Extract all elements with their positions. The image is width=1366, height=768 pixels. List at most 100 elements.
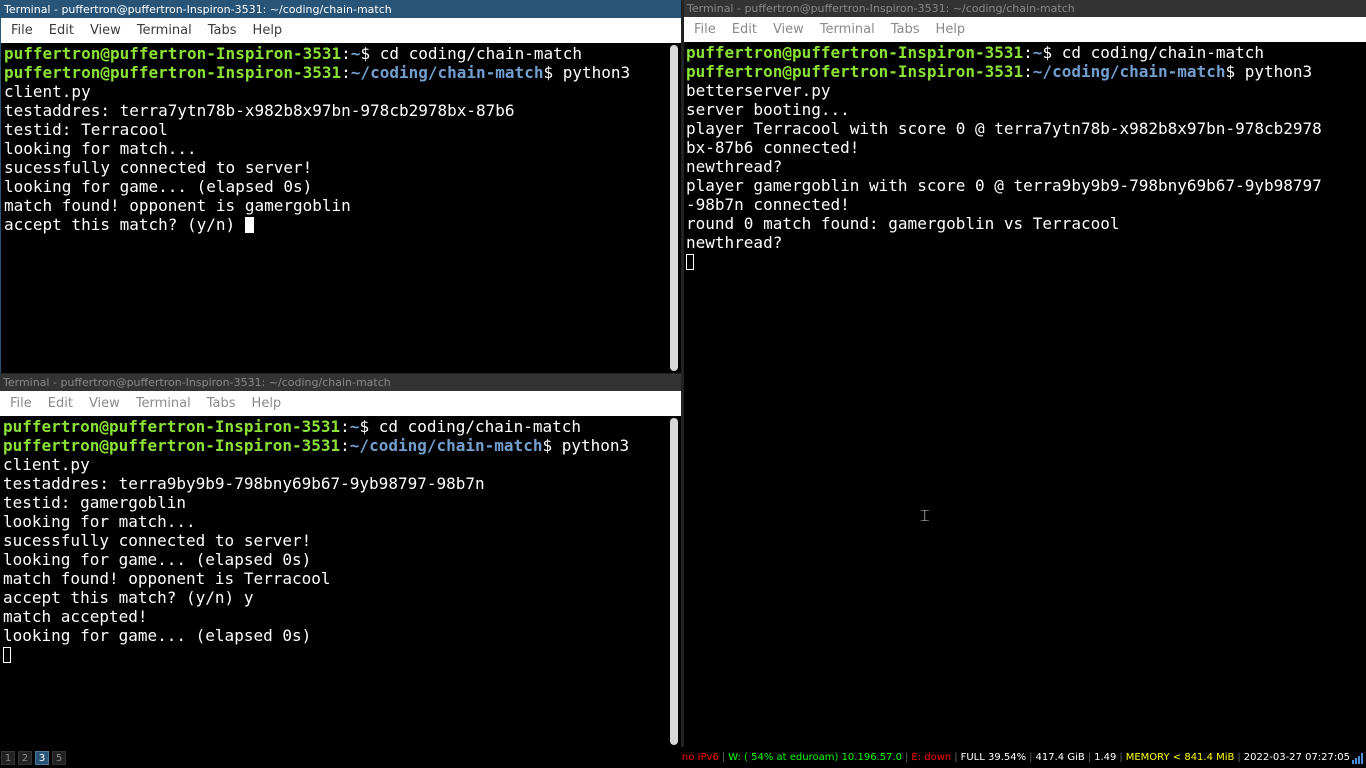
- output-line: server booting...: [686, 100, 850, 119]
- wireless-status: W: ( 54% at eduroam) 10.196.57.0: [728, 752, 902, 763]
- menu-edit[interactable]: Edit: [41, 23, 82, 38]
- status-separator: |: [954, 752, 958, 763]
- prompt-path: ~: [349, 417, 360, 436]
- output-line: looking for game... (elapsed 0s): [3, 626, 312, 645]
- memory-status: MEMORY < 841.4 MiB: [1125, 752, 1235, 763]
- menu-edit[interactable]: Edit: [40, 396, 81, 411]
- output-line: client.py: [3, 455, 90, 474]
- prompt-path: ~: [1032, 43, 1043, 62]
- workspace-button-1[interactable]: 1: [1, 751, 15, 765]
- window-title[interactable]: Terminal - puffertron@puffertron-Inspiro…: [684, 0, 1366, 17]
- terminal-window-bottom-left[interactable]: Terminal - puffertron@puffertron-Inspiro…: [0, 374, 681, 747]
- output-line: looking for match...: [4, 139, 197, 158]
- prompt-path: ~/coding/chain-match: [350, 63, 544, 82]
- output-line: match accepted!: [3, 607, 148, 626]
- prompt-line: puffertron@puffertron-Inspiron-3531:~/co…: [4, 63, 667, 82]
- text-cursor: [244, 217, 254, 233]
- scroll-thumb[interactable]: [670, 45, 678, 371]
- output-line: sucessfully connected to server!: [3, 531, 312, 550]
- menu-tabs[interactable]: Tabs: [200, 23, 245, 38]
- output-line: testaddres: terra7ytn78b-x982b8x97bn-978…: [4, 101, 515, 120]
- status-separator: |: [1237, 752, 1241, 763]
- status-separator: |: [721, 752, 726, 763]
- prompt-user: puffertron@puffertron-Inspiron-3531: [3, 417, 341, 436]
- terminal-window-top-left[interactable]: Terminal - puffertron@puffertron-Inspiro…: [0, 0, 682, 374]
- menu-terminal[interactable]: Terminal: [812, 22, 883, 37]
- prompt-user: puffertron@puffertron-Inspiron-3531: [4, 63, 342, 82]
- menu-file[interactable]: File: [686, 22, 724, 37]
- disk-status: 417.4 GiB: [1035, 752, 1085, 763]
- status-bar: 1 2 3 5 no IPv6 | W: ( 54% at eduroam) 1…: [0, 748, 1366, 768]
- input-line[interactable]: accept this match? (y/n): [4, 215, 667, 234]
- menu-edit[interactable]: Edit: [724, 22, 765, 37]
- window-title[interactable]: Terminal - puffertron@puffertron-Inspiro…: [1, 1, 681, 18]
- clock: 2022-03-27 07:27:05: [1243, 752, 1350, 763]
- window-title[interactable]: Terminal - puffertron@puffertron-Inspiro…: [0, 374, 681, 391]
- menu-view[interactable]: View: [765, 22, 812, 37]
- menu-help[interactable]: Help: [245, 23, 291, 38]
- workspace-button-5[interactable]: 5: [52, 751, 66, 765]
- output-line: testaddres: terra9by9b9-798bny69b67-9yb9…: [3, 474, 485, 493]
- prompt-command: $ cd coding/chain-match: [1042, 43, 1264, 62]
- output-line: looking for game... (elapsed 0s): [4, 177, 313, 196]
- menu-tabs[interactable]: Tabs: [883, 22, 928, 37]
- menu-help[interactable]: Help: [928, 22, 974, 37]
- output-line: looking for game... (elapsed 0s): [3, 550, 312, 569]
- input-line[interactable]: [686, 252, 1352, 271]
- output-line: player gamergoblin with score 0 @ terra9…: [686, 176, 1322, 195]
- prompt-command: $ cd coding/chain-match: [360, 44, 582, 63]
- scrollbar[interactable]: [667, 416, 681, 747]
- terminal-output[interactable]: puffertron@puffertron-Inspiron-3531:~$ c…: [0, 416, 667, 747]
- output-line: sucessfully connected to server!: [4, 158, 313, 177]
- prompt-command: $ cd coding/chain-match: [359, 417, 581, 436]
- prompt-separator: :: [340, 417, 350, 436]
- terminal-window-right[interactable]: Terminal - puffertron@puffertron-Inspiro…: [684, 0, 1366, 747]
- menu-file[interactable]: File: [2, 396, 40, 411]
- output-line: newthread?: [686, 157, 783, 176]
- menu-file[interactable]: File: [3, 23, 41, 38]
- network-signal-icon[interactable]: [1352, 753, 1364, 764]
- status-blocks: no IPv6 | W: ( 54% at eduroam) 10.196.57…: [682, 748, 1350, 768]
- prompt-line: puffertron@puffertron-Inspiron-3531:~$ c…: [686, 43, 1352, 62]
- prompt-line: puffertron@puffertron-Inspiron-3531:~/co…: [686, 62, 1352, 81]
- menu-bar: File Edit View Terminal Tabs Help: [1, 18, 681, 43]
- prompt-command: $ python3: [1225, 62, 1313, 81]
- prompt-separator: :: [1023, 43, 1033, 62]
- load-status: 1.49: [1094, 752, 1117, 763]
- menu-view[interactable]: View: [81, 396, 128, 411]
- menu-terminal[interactable]: Terminal: [128, 396, 199, 411]
- prompt-separator: :: [340, 436, 350, 455]
- text-cursor: [686, 254, 694, 270]
- output-line: bx-87b6 connected!: [686, 138, 860, 157]
- menu-view[interactable]: View: [82, 23, 129, 38]
- scrollbar[interactable]: [667, 43, 681, 373]
- menu-help[interactable]: Help: [244, 396, 290, 411]
- menu-tabs[interactable]: Tabs: [199, 396, 244, 411]
- workspace-button-3[interactable]: 3: [35, 751, 49, 765]
- prompt-separator: :: [1023, 62, 1033, 81]
- output-line: newthread?: [686, 233, 783, 252]
- output-line: betterserver.py: [686, 81, 831, 100]
- prompt-line: puffertron@puffertron-Inspiron-3531:~$ c…: [4, 44, 667, 63]
- output-line: client.py: [4, 82, 91, 101]
- output-line: looking for match...: [3, 512, 196, 531]
- workspace-button-2[interactable]: 2: [18, 751, 32, 765]
- prompt-user: puffertron@puffertron-Inspiron-3531: [4, 44, 342, 63]
- battery-status: FULL 39.54%: [960, 752, 1027, 763]
- output-line: accept this match? (y/n) y: [3, 588, 254, 607]
- prompt-line: puffertron@puffertron-Inspiron-3531:~/co…: [3, 436, 667, 455]
- prompt-path: ~/coding/chain-match: [1032, 62, 1226, 81]
- output-line: -98b7n connected!: [686, 195, 850, 214]
- terminal-output[interactable]: puffertron@puffertron-Inspiron-3531:~$ c…: [1, 43, 667, 373]
- mouse-ibeam-icon: ⌶: [920, 506, 930, 525]
- prompt-path: ~: [350, 44, 361, 63]
- prompt-separator: :: [341, 44, 351, 63]
- menu-terminal[interactable]: Terminal: [129, 23, 200, 38]
- ipv6-status: no IPv6: [681, 752, 719, 763]
- prompt-command: $ python3: [543, 63, 631, 82]
- output-line: match found! opponent is Terracool: [3, 569, 331, 588]
- scroll-thumb[interactable]: [670, 418, 678, 745]
- input-line[interactable]: [3, 645, 667, 664]
- menu-bar: File Edit View Terminal Tabs Help: [0, 391, 681, 416]
- terminal-output[interactable]: puffertron@puffertron-Inspiron-3531:~$ c…: [684, 42, 1352, 747]
